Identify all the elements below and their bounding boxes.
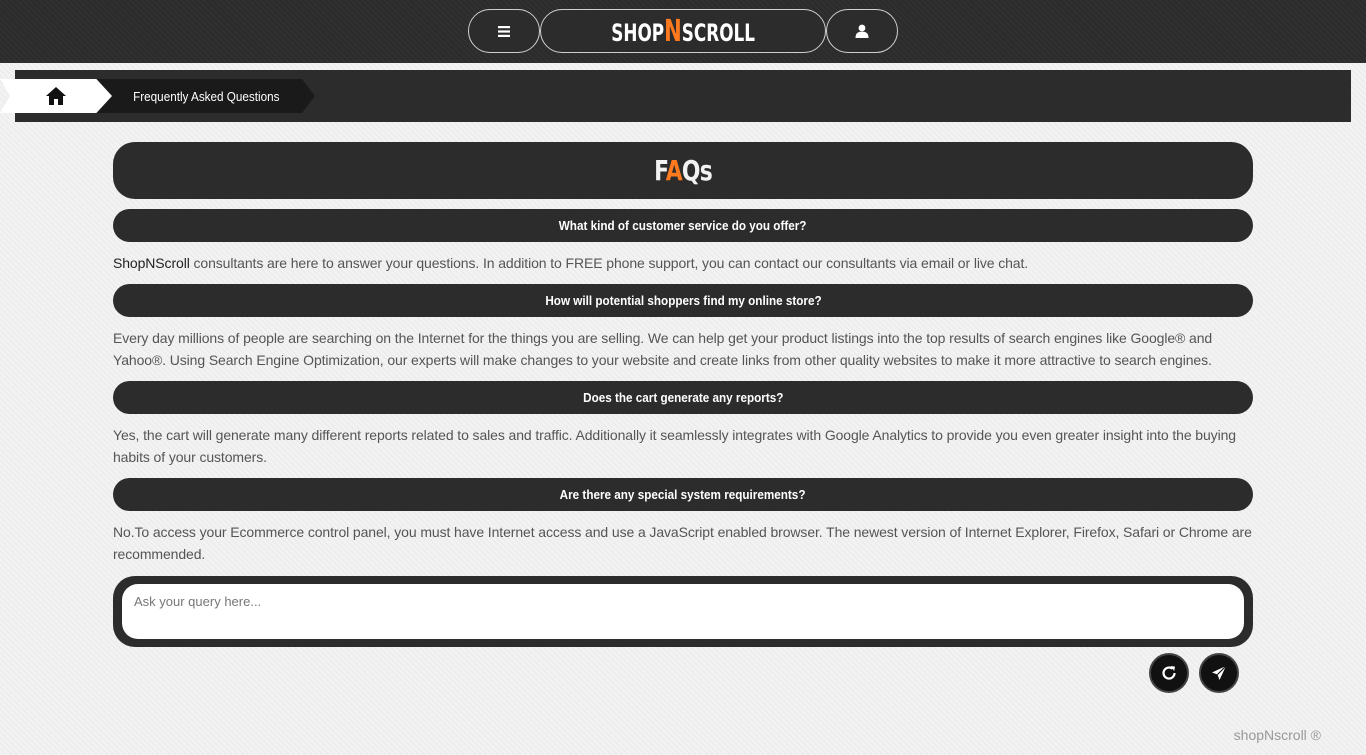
faq-question-3-label: Does the cart generate any reports? <box>582 390 784 405</box>
faq-answer-1: ShopNScroll consultants are here to answ… <box>113 255 1029 271</box>
home-icon <box>46 87 66 105</box>
top-navbar: SHOPNSCROLL <box>0 0 1366 63</box>
breadcrumb-current: Frequently Asked Questions <box>97 79 315 113</box>
faq-header: FAQs <box>113 142 1253 199</box>
brand-name: ShopNScroll <box>113 255 190 271</box>
faq-question-1-label: What kind of customer service do you off… <box>559 218 807 233</box>
faq-question-4[interactable]: Are there any special system requirement… <box>113 478 1253 511</box>
hamburger-icon <box>498 25 510 37</box>
faq-question-4-label: Are there any special system requirement… <box>560 487 806 502</box>
footer-copyright: shopNscroll ® <box>1233 727 1321 743</box>
logo-link[interactable]: SHOPNSCROLL <box>540 9 826 53</box>
page-title: FAQs <box>654 154 713 187</box>
send-icon <box>1212 665 1227 680</box>
faq-answer-4: No.To access your Ecommerce control pane… <box>113 524 1252 562</box>
menu-button[interactable] <box>468 9 540 53</box>
refresh-button[interactable] <box>1149 653 1189 693</box>
query-box <box>113 576 1253 647</box>
query-input[interactable] <box>122 584 1244 639</box>
faq-question-2-label: How will potential shoppers find my onli… <box>544 293 822 308</box>
faq-question-1[interactable]: What kind of customer service do you off… <box>113 209 1253 242</box>
user-icon <box>855 24 869 38</box>
brand-logo: SHOPNSCROLL <box>611 13 755 49</box>
user-account-button[interactable] <box>826 9 898 53</box>
breadcrumb: Frequently Asked Questions <box>0 70 1351 122</box>
send-button[interactable] <box>1199 653 1239 693</box>
breadcrumb-home[interactable] <box>0 79 112 113</box>
faq-question-3[interactable]: Does the cart generate any reports? <box>113 381 1253 414</box>
faq-answer-3: Yes, the cart will generate many differe… <box>113 427 1236 465</box>
faq-answer-2: Every day millions of people are searchi… <box>113 330 1213 368</box>
faq-question-2[interactable]: How will potential shoppers find my onli… <box>113 284 1253 317</box>
breadcrumb-current-label: Frequently Asked Questions <box>132 88 280 104</box>
refresh-icon <box>1162 666 1176 680</box>
